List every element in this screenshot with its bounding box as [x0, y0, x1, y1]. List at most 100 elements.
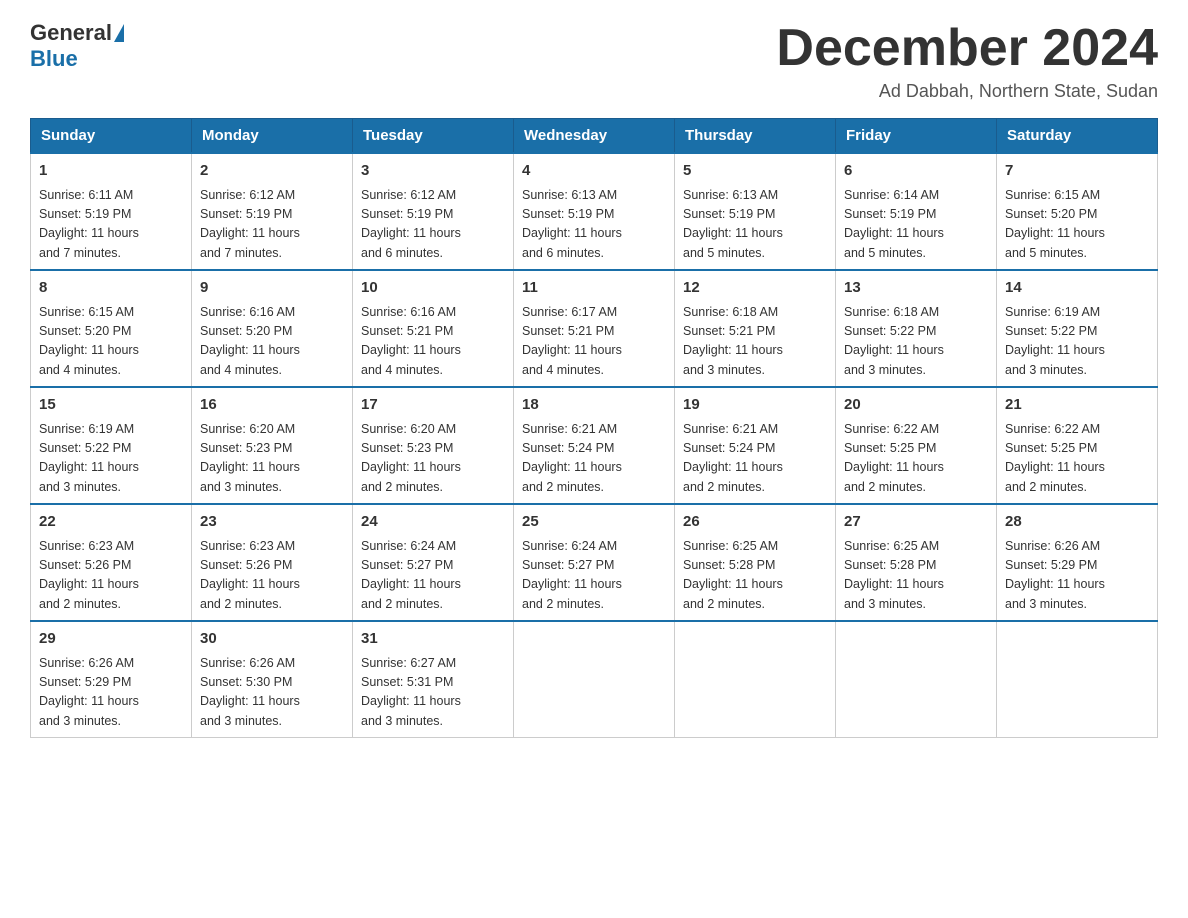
calendar-cell: 31 Sunrise: 6:27 AMSunset: 5:31 PMDaylig… [353, 621, 514, 738]
calendar-cell: 25 Sunrise: 6:24 AMSunset: 5:27 PMDaylig… [514, 504, 675, 621]
col-thursday: Thursday [675, 119, 836, 154]
day-info: Sunrise: 6:24 AMSunset: 5:27 PMDaylight:… [361, 539, 461, 611]
day-info: Sunrise: 6:21 AMSunset: 5:24 PMDaylight:… [683, 422, 783, 494]
logo: General Blue [30, 20, 124, 72]
calendar-cell: 8 Sunrise: 6:15 AMSunset: 5:20 PMDayligh… [31, 270, 192, 387]
col-friday: Friday [836, 119, 997, 154]
calendar-cell: 6 Sunrise: 6:14 AMSunset: 5:19 PMDayligh… [836, 153, 997, 270]
day-info: Sunrise: 6:24 AMSunset: 5:27 PMDaylight:… [522, 539, 622, 611]
col-tuesday: Tuesday [353, 119, 514, 154]
day-info: Sunrise: 6:18 AMSunset: 5:21 PMDaylight:… [683, 305, 783, 377]
location-subtitle: Ad Dabbah, Northern State, Sudan [776, 81, 1158, 102]
day-number: 18 [522, 394, 666, 417]
calendar-week-row: 29 Sunrise: 6:26 AMSunset: 5:29 PMDaylig… [31, 621, 1158, 738]
day-info: Sunrise: 6:18 AMSunset: 5:22 PMDaylight:… [844, 305, 944, 377]
calendar-cell: 12 Sunrise: 6:18 AMSunset: 5:21 PMDaylig… [675, 270, 836, 387]
day-info: Sunrise: 6:14 AMSunset: 5:19 PMDaylight:… [844, 188, 944, 260]
col-wednesday: Wednesday [514, 119, 675, 154]
calendar-cell: 23 Sunrise: 6:23 AMSunset: 5:26 PMDaylig… [192, 504, 353, 621]
calendar-cell: 3 Sunrise: 6:12 AMSunset: 5:19 PMDayligh… [353, 153, 514, 270]
day-number: 24 [361, 511, 505, 534]
day-info: Sunrise: 6:17 AMSunset: 5:21 PMDaylight:… [522, 305, 622, 377]
day-info: Sunrise: 6:22 AMSunset: 5:25 PMDaylight:… [844, 422, 944, 494]
calendar-cell: 4 Sunrise: 6:13 AMSunset: 5:19 PMDayligh… [514, 153, 675, 270]
day-info: Sunrise: 6:21 AMSunset: 5:24 PMDaylight:… [522, 422, 622, 494]
col-monday: Monday [192, 119, 353, 154]
day-info: Sunrise: 6:12 AMSunset: 5:19 PMDaylight:… [361, 188, 461, 260]
day-number: 14 [1005, 277, 1149, 300]
calendar-cell: 7 Sunrise: 6:15 AMSunset: 5:20 PMDayligh… [997, 153, 1158, 270]
calendar-week-row: 8 Sunrise: 6:15 AMSunset: 5:20 PMDayligh… [31, 270, 1158, 387]
day-number: 7 [1005, 160, 1149, 183]
day-number: 16 [200, 394, 344, 417]
day-info: Sunrise: 6:19 AMSunset: 5:22 PMDaylight:… [1005, 305, 1105, 377]
col-saturday: Saturday [997, 119, 1158, 154]
logo-general-text: General [30, 20, 112, 46]
calendar-cell: 27 Sunrise: 6:25 AMSunset: 5:28 PMDaylig… [836, 504, 997, 621]
calendar-cell: 22 Sunrise: 6:23 AMSunset: 5:26 PMDaylig… [31, 504, 192, 621]
calendar-cell: 20 Sunrise: 6:22 AMSunset: 5:25 PMDaylig… [836, 387, 997, 504]
day-number: 26 [683, 511, 827, 534]
day-info: Sunrise: 6:11 AMSunset: 5:19 PMDaylight:… [39, 188, 139, 260]
day-number: 22 [39, 511, 183, 534]
day-info: Sunrise: 6:20 AMSunset: 5:23 PMDaylight:… [361, 422, 461, 494]
day-info: Sunrise: 6:22 AMSunset: 5:25 PMDaylight:… [1005, 422, 1105, 494]
day-info: Sunrise: 6:15 AMSunset: 5:20 PMDaylight:… [39, 305, 139, 377]
day-number: 1 [39, 160, 183, 183]
day-info: Sunrise: 6:26 AMSunset: 5:29 PMDaylight:… [39, 656, 139, 728]
calendar-cell: 18 Sunrise: 6:21 AMSunset: 5:24 PMDaylig… [514, 387, 675, 504]
day-info: Sunrise: 6:19 AMSunset: 5:22 PMDaylight:… [39, 422, 139, 494]
day-number: 3 [361, 160, 505, 183]
calendar-cell: 26 Sunrise: 6:25 AMSunset: 5:28 PMDaylig… [675, 504, 836, 621]
day-number: 9 [200, 277, 344, 300]
day-number: 11 [522, 277, 666, 300]
day-info: Sunrise: 6:26 AMSunset: 5:29 PMDaylight:… [1005, 539, 1105, 611]
day-number: 30 [200, 628, 344, 651]
day-number: 4 [522, 160, 666, 183]
calendar-cell: 14 Sunrise: 6:19 AMSunset: 5:22 PMDaylig… [997, 270, 1158, 387]
calendar-cell: 11 Sunrise: 6:17 AMSunset: 5:21 PMDaylig… [514, 270, 675, 387]
day-number: 8 [39, 277, 183, 300]
day-info: Sunrise: 6:20 AMSunset: 5:23 PMDaylight:… [200, 422, 300, 494]
day-number: 20 [844, 394, 988, 417]
day-number: 15 [39, 394, 183, 417]
calendar-cell: 5 Sunrise: 6:13 AMSunset: 5:19 PMDayligh… [675, 153, 836, 270]
day-info: Sunrise: 6:25 AMSunset: 5:28 PMDaylight:… [844, 539, 944, 611]
day-info: Sunrise: 6:13 AMSunset: 5:19 PMDaylight:… [683, 188, 783, 260]
calendar-cell: 9 Sunrise: 6:16 AMSunset: 5:20 PMDayligh… [192, 270, 353, 387]
calendar-cell: 29 Sunrise: 6:26 AMSunset: 5:29 PMDaylig… [31, 621, 192, 738]
calendar-cell: 13 Sunrise: 6:18 AMSunset: 5:22 PMDaylig… [836, 270, 997, 387]
calendar-cell: 28 Sunrise: 6:26 AMSunset: 5:29 PMDaylig… [997, 504, 1158, 621]
day-number: 17 [361, 394, 505, 417]
calendar-cell [514, 621, 675, 738]
day-number: 29 [39, 628, 183, 651]
col-sunday: Sunday [31, 119, 192, 154]
calendar-cell [675, 621, 836, 738]
day-info: Sunrise: 6:16 AMSunset: 5:21 PMDaylight:… [361, 305, 461, 377]
day-number: 2 [200, 160, 344, 183]
calendar-cell: 17 Sunrise: 6:20 AMSunset: 5:23 PMDaylig… [353, 387, 514, 504]
calendar-table: Sunday Monday Tuesday Wednesday Thursday… [30, 118, 1158, 738]
day-number: 25 [522, 511, 666, 534]
calendar-cell [997, 621, 1158, 738]
day-number: 12 [683, 277, 827, 300]
calendar-week-row: 22 Sunrise: 6:23 AMSunset: 5:26 PMDaylig… [31, 504, 1158, 621]
day-info: Sunrise: 6:27 AMSunset: 5:31 PMDaylight:… [361, 656, 461, 728]
day-number: 5 [683, 160, 827, 183]
day-info: Sunrise: 6:15 AMSunset: 5:20 PMDaylight:… [1005, 188, 1105, 260]
page-header: General Blue December 2024 Ad Dabbah, No… [30, 20, 1158, 102]
day-number: 23 [200, 511, 344, 534]
day-info: Sunrise: 6:16 AMSunset: 5:20 PMDaylight:… [200, 305, 300, 377]
day-number: 21 [1005, 394, 1149, 417]
logo-triangle-icon [114, 24, 124, 42]
calendar-cell [836, 621, 997, 738]
day-number: 27 [844, 511, 988, 534]
day-number: 13 [844, 277, 988, 300]
day-info: Sunrise: 6:26 AMSunset: 5:30 PMDaylight:… [200, 656, 300, 728]
calendar-week-row: 1 Sunrise: 6:11 AMSunset: 5:19 PMDayligh… [31, 153, 1158, 270]
day-number: 31 [361, 628, 505, 651]
day-info: Sunrise: 6:12 AMSunset: 5:19 PMDaylight:… [200, 188, 300, 260]
calendar-cell: 21 Sunrise: 6:22 AMSunset: 5:25 PMDaylig… [997, 387, 1158, 504]
day-number: 10 [361, 277, 505, 300]
day-number: 6 [844, 160, 988, 183]
